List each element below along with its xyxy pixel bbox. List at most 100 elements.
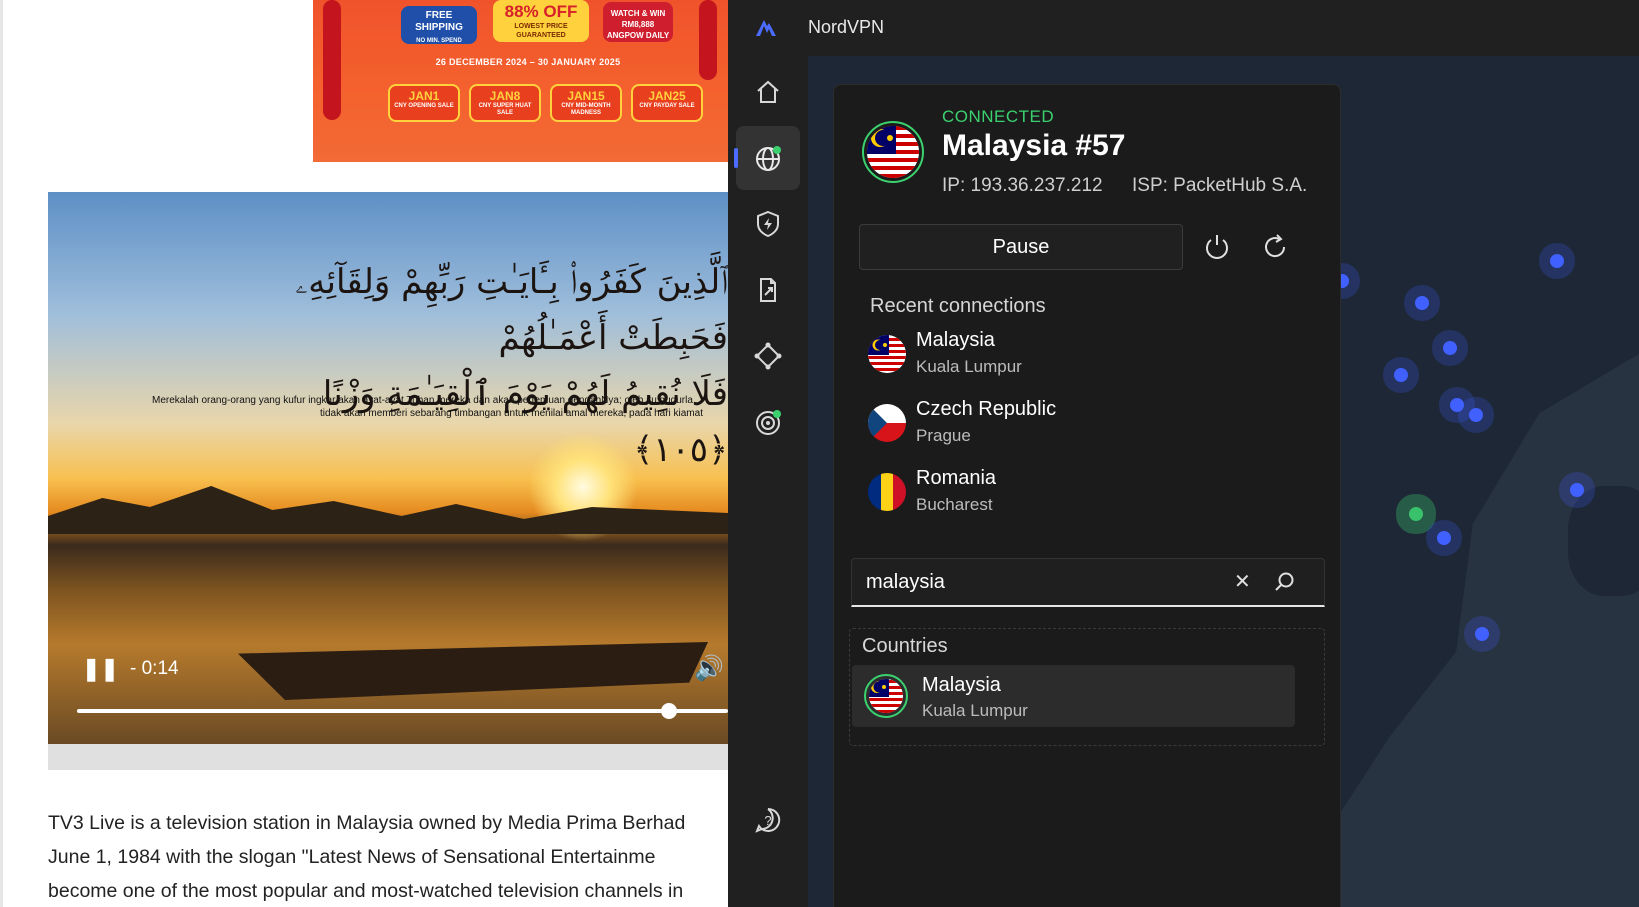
server-dot[interactable]	[1443, 341, 1457, 355]
page-edge	[0, 0, 3, 907]
pause-button[interactable]: Pause	[859, 224, 1183, 270]
help-icon: ?	[755, 807, 781, 833]
nav-file-share[interactable]	[736, 258, 800, 322]
results-section-title: Countries	[862, 635, 948, 657]
tile-day: JAN1	[408, 89, 440, 103]
server-dot[interactable]	[1450, 398, 1464, 412]
ad-tile: JAN1 CNY OPENING SALE	[388, 84, 460, 122]
search-box[interactable]: ✕	[851, 558, 1325, 607]
free-shipping-text: FREE SHIPPING	[415, 10, 463, 33]
ad-tile: JAN8 CNY SUPER HUAT SALE	[469, 84, 541, 122]
isp-name: ISP: PacketHub S.A.	[1132, 175, 1308, 196]
recent-item-malaysia[interactable]: Malaysia Kuala Lumpur	[854, 323, 1314, 389]
nav-dark-web-monitor[interactable]	[736, 390, 800, 454]
server-dot[interactable]	[1415, 296, 1429, 310]
meshnet-icon	[754, 342, 782, 370]
reconnect-button[interactable]	[1256, 228, 1294, 266]
tassel-right	[699, 0, 717, 80]
nav-threat-protection[interactable]	[736, 192, 800, 256]
search-icon[interactable]	[1272, 570, 1296, 594]
win-badge: WATCH & WIN RM8,888 ANGPOW DAILY	[603, 2, 673, 42]
ad-tile: JAN15 CNY MID-MONTH MADNESS	[550, 84, 622, 122]
shopee-ad-banner[interactable]: FREE SHIPPING NO MIN. SPEND 88% OFF LOWE…	[313, 0, 728, 162]
pause-icon[interactable]: ❚❚	[82, 656, 119, 682]
video-progress-bar[interactable]	[77, 703, 728, 719]
recent-connections-title: Recent connections	[870, 295, 1046, 317]
free-shipping-sub: NO MIN. SPEND	[416, 38, 462, 44]
ad-tile: JAN25 CNY PAYDAY SALE	[631, 84, 703, 122]
recent-city: Prague	[916, 426, 971, 445]
video-player[interactable]: ٱلَّذِينَ كَفَرُوا۟ بِـَٔايَـٰتِ رَبِّهِ…	[48, 192, 728, 744]
title-bar: NordVPN	[728, 0, 1639, 56]
nav-home[interactable]	[736, 60, 800, 124]
nordvpn-logo-icon	[756, 20, 776, 36]
recent-country: Czech Republic	[916, 398, 1057, 420]
article-line-1: TV3 Live is a television station in Mala…	[48, 812, 686, 834]
refresh-icon	[1265, 234, 1286, 258]
shield-bolt-icon	[757, 210, 779, 238]
close-icon[interactable]: ✕	[1234, 569, 1251, 594]
server-dot[interactable]	[1570, 483, 1584, 497]
translation-line-1: Merekalah orang-orang yang kufur ingkar …	[152, 395, 693, 406]
ad-tiles: JAN1 CNY OPENING SALE JAN8 CNY SUPER HUAT …	[388, 84, 703, 122]
tile-label: CNY MID-MONTH MADNESS	[561, 103, 611, 116]
arabic-verse: ٱلَّذِينَ كَفَرُوا۟ بِـَٔايَـٰتِ رَبِّهِ…	[258, 254, 728, 478]
arabic-line-2: فَلَا نُقِيمُ لَهُمْ يَوْمَ ٱلْقِيَـٰمَة…	[322, 374, 728, 470]
tile-day: JAN8	[489, 89, 521, 103]
ad-date-range: 26 DECEMBER 2024 – 30 JANUARY 2025	[435, 57, 621, 67]
web-page: FREE SHIPPING NO MIN. SPEND 88% OFF LOWE…	[0, 0, 728, 907]
arabic-line-1: ٱلَّذِينَ كَفَرُوا۟ بِـَٔايَـٰتِ رَبِّهِ…	[295, 262, 728, 358]
server-name: Malaysia #57	[942, 129, 1126, 162]
server-dot[interactable]	[1475, 627, 1489, 641]
recent-item-czech-republic[interactable]: Czech Republic Prague	[854, 392, 1314, 458]
disconnect-button[interactable]	[1198, 228, 1236, 266]
video-caption-bar	[48, 744, 728, 770]
radar-icon	[756, 410, 781, 435]
discount-sub: LOWEST PRICE GUARANTEED	[514, 23, 568, 39]
island-borneo	[1568, 486, 1639, 596]
tile-label: CNY OPENING SALE	[394, 103, 454, 109]
time-remaining: - 0:14	[130, 658, 179, 679]
nav-help[interactable]: ?	[736, 788, 800, 852]
recent-city: Bucharest	[916, 495, 993, 514]
search-results: Countries Malaysia Kuala Lumpur	[849, 628, 1325, 746]
globe-icon	[756, 146, 781, 171]
nav-servers[interactable]	[734, 126, 800, 190]
result-item-malaysia[interactable]: Malaysia Kuala Lumpur	[852, 665, 1295, 727]
home-icon	[757, 80, 779, 103]
article-line-3: become one of the most popular and most-…	[48, 880, 684, 902]
malaysia-flag-icon	[868, 335, 906, 373]
recent-country: Romania	[916, 467, 997, 489]
connected-server-dot[interactable]	[1409, 507, 1423, 521]
tile-day: JAN25	[648, 89, 686, 103]
server-dot[interactable]	[1469, 408, 1483, 422]
app-title: NordVPN	[808, 17, 885, 37]
active-indicator	[734, 148, 738, 168]
free-shipping-badge: FREE SHIPPING NO MIN. SPEND	[401, 6, 477, 44]
server-dot[interactable]	[1437, 531, 1451, 545]
tile-label: CNY PAYDAY SALE	[639, 103, 695, 109]
tile-day: JAN15	[567, 89, 605, 103]
translation-line-2: tidak akan memberi sebarang timbangan un…	[320, 408, 703, 419]
file-share-icon	[760, 278, 776, 302]
sidebar: ?	[728, 56, 808, 907]
recent-country: Malaysia	[916, 329, 995, 351]
nordvpn-window: NordVPN ? CONNECTED Malaysia #57 IP: 193…	[728, 0, 1639, 907]
ip-address: IP: 193.36.237.212	[942, 175, 1103, 196]
recent-item-romania[interactable]: Romania Bucharest	[854, 461, 1314, 527]
server-dot[interactable]	[1550, 254, 1564, 268]
malaysia-flag-icon	[864, 674, 908, 718]
result-country: Malaysia	[922, 674, 1001, 696]
czech-flag-icon	[868, 404, 906, 442]
article-line-2: June 1, 1984 with the slogan "Latest New…	[48, 846, 656, 868]
server-dot[interactable]	[1394, 368, 1408, 382]
discount-badge: 88% OFF LOWEST PRICE GUARANTEED	[493, 0, 589, 42]
search-input[interactable]	[864, 559, 1228, 605]
svg-text:?: ?	[764, 813, 771, 828]
volume-icon[interactable]: 🔊	[694, 654, 724, 683]
romania-flag-icon	[868, 473, 906, 511]
verse-translation: Merekalah orang-orang yang kufur ingkar …	[152, 394, 728, 420]
result-city: Kuala Lumpur	[922, 701, 1028, 720]
nav-meshnet[interactable]	[736, 324, 800, 388]
recent-city: Kuala Lumpur	[916, 357, 1022, 376]
